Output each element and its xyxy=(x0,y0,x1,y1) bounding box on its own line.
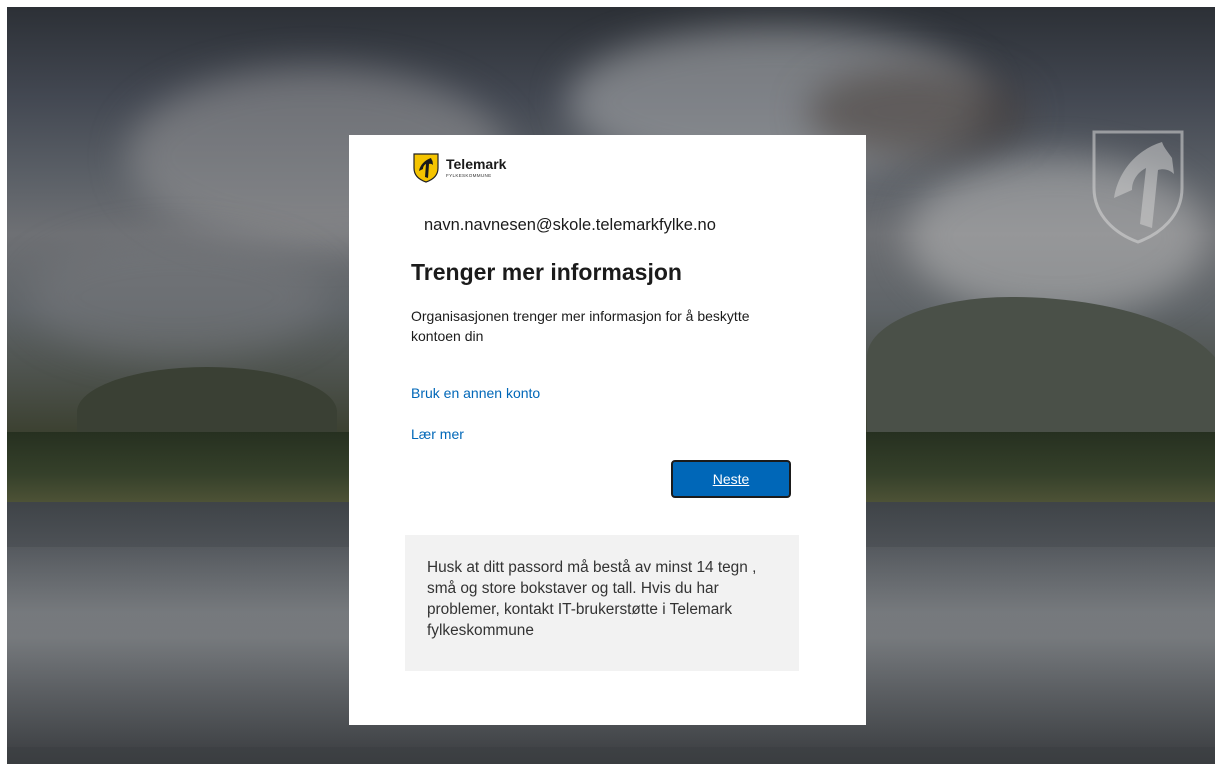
account-identifier: navn.navnesen@skole.telemarkfylke.no xyxy=(424,216,716,234)
next-button-label: Neste xyxy=(712,471,750,487)
page-title: Trenger mer informasjon xyxy=(411,259,682,285)
login-screen: Telemark FYLKESKOMMUNE navn.navnesen@sko… xyxy=(0,0,1215,764)
telemark-coat-of-arms-icon xyxy=(413,153,439,183)
brand-subtitle: FYLKESKOMMUNE xyxy=(446,173,492,178)
use-another-account-link[interactable]: Bruk en annen konto xyxy=(411,385,540,401)
telemark-crest-watermark-icon xyxy=(1092,130,1184,244)
password-info-text: Husk at ditt passord må bestå av minst 1… xyxy=(427,559,757,639)
password-info-box: Husk at ditt passord må bestå av minst 1… xyxy=(405,535,799,671)
brand-logo: Telemark FYLKESKOMMUNE xyxy=(413,153,506,183)
mountain xyxy=(867,297,1215,447)
page-description: Organisasjonen trenger mer informasjon f… xyxy=(411,308,750,344)
sign-in-dialog: Telemark FYLKESKOMMUNE navn.navnesen@sko… xyxy=(349,135,866,725)
brand-name: Telemark xyxy=(446,156,507,172)
brand-wordmark: Telemark FYLKESKOMMUNE xyxy=(446,157,506,179)
learn-more-link[interactable]: Lær mer xyxy=(411,426,464,442)
cloud xyxy=(27,237,327,357)
next-button[interactable]: Neste xyxy=(671,460,791,498)
